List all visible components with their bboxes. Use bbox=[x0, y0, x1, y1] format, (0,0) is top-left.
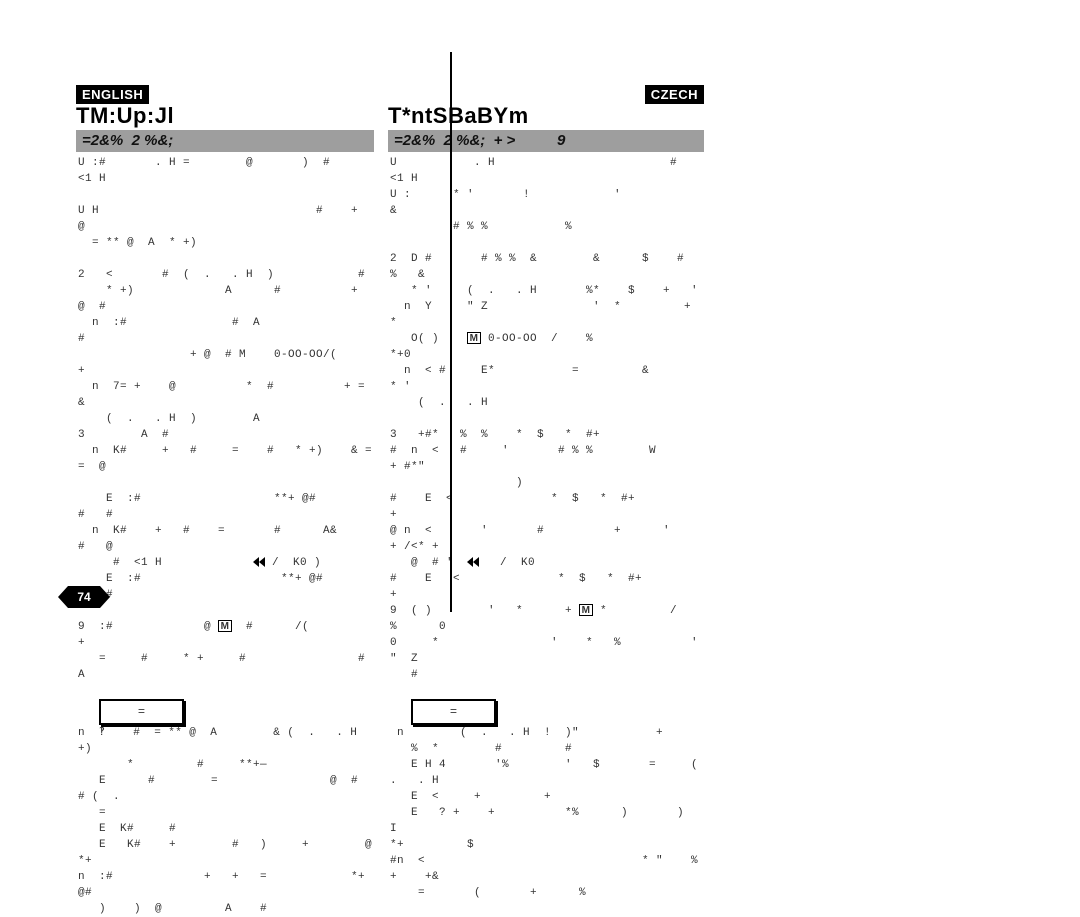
body-line: # bbox=[390, 667, 704, 683]
body-line: = bbox=[390, 699, 704, 725]
body-line: # % % % bbox=[390, 219, 704, 235]
rewind-icon bbox=[473, 557, 479, 567]
note-box: = bbox=[99, 699, 184, 725]
lang-tag-right: CZECH bbox=[645, 85, 704, 104]
body-line: n :# + + = *+ @# bbox=[78, 869, 378, 901]
body-line: n K# + # = # A& # @ bbox=[78, 523, 378, 555]
body-line: E K# + # ) + @ *+ bbox=[78, 837, 378, 869]
title-left: TM:Up:Jl bbox=[76, 103, 174, 129]
body-line: E ? + + *% ) ) I bbox=[390, 805, 704, 837]
column-separator bbox=[450, 52, 452, 612]
body-line: * ' ( . . H %* $ + ' bbox=[390, 283, 704, 299]
body-line: # E < * $ * #+ + bbox=[390, 491, 704, 523]
body-line: @ n < ' # + ' + /<* + bbox=[390, 523, 704, 555]
body-line: # n < # ' # % % W + #*" bbox=[390, 443, 704, 475]
body-line: U . H # <1 H bbox=[390, 155, 704, 187]
body-line: 3 A # bbox=[78, 427, 378, 443]
body-line: n 7= + @ * # + = & bbox=[78, 379, 378, 411]
body-line: n Y " Z ' * + * bbox=[390, 299, 704, 331]
body-line bbox=[78, 603, 378, 619]
body-line: E K# # bbox=[78, 821, 378, 837]
body-line: ( . . H bbox=[390, 395, 704, 411]
body-line: n < # E* = & * ' bbox=[390, 363, 704, 395]
body-line: * +) A # + @ # bbox=[78, 283, 378, 315]
m-box-icon: M bbox=[579, 604, 593, 616]
body-line: # E < * $ * #+ + bbox=[390, 571, 704, 603]
body-line: # <1 H / K0 ) bbox=[78, 555, 378, 571]
body-line bbox=[390, 235, 704, 251]
body-line: *+ $ bbox=[390, 837, 704, 853]
body-column-right: U . H # <1 HU : * ' ! ' & # % % % 2 D # … bbox=[390, 155, 704, 901]
body-line: E < + + bbox=[390, 789, 704, 805]
body-line: 9 ( ) ' * + M * / % 0 bbox=[390, 603, 704, 635]
body-line: E H 4 '% ' $ = ( . . H bbox=[390, 757, 704, 789]
body-line bbox=[78, 187, 378, 203]
body-line: n K# + # = # * +) & = = @ bbox=[78, 443, 378, 475]
body-line bbox=[78, 683, 378, 699]
body-line: 9 :# @ M # /( + bbox=[78, 619, 378, 651]
body-line: U : * ' ! ' & bbox=[390, 187, 704, 219]
body-line: E :# **+ @# # # bbox=[78, 571, 378, 603]
lang-tag-left: ENGLISH bbox=[76, 85, 149, 104]
body-line: % * # # bbox=[390, 741, 704, 757]
m-box-icon: M bbox=[467, 332, 481, 344]
body-line bbox=[78, 251, 378, 267]
body-line: n ( . . H ! )" + bbox=[390, 725, 704, 741]
document-page: ENGLISH CZECH TM:Up:Jl T*ntSBaBYm =2&% 2… bbox=[76, 52, 704, 612]
body-line: = ( + % bbox=[390, 885, 704, 901]
body-line: U :# . H = @ ) # <1 H bbox=[78, 155, 378, 187]
body-line: = ** @ A * +) bbox=[78, 235, 378, 251]
body-column-left: U :# . H = @ ) # <1 H U H # + @ = ** @ A… bbox=[78, 155, 378, 917]
body-line: = bbox=[78, 699, 378, 725]
body-line: E :# **+ @# # # bbox=[78, 491, 378, 523]
body-line: n ‽ # = ** @ A & ( . . H +) bbox=[78, 725, 378, 757]
body-line: + @ # M 0-OO-OO/( + bbox=[78, 347, 378, 379]
body-line: ) ) @ A # bbox=[78, 901, 378, 917]
title-right: T*ntSBaBYm bbox=[388, 103, 529, 129]
body-line bbox=[390, 411, 704, 427]
body-line: * # **+— bbox=[78, 757, 378, 773]
m-box-icon: M bbox=[218, 620, 232, 632]
body-line: = # * + # # A bbox=[78, 651, 378, 683]
body-line: #n < * " % + +& bbox=[390, 853, 704, 885]
body-line bbox=[390, 683, 704, 699]
body-line: 0 * ' * % ' " Z bbox=[390, 635, 704, 667]
body-line: 2 D # # % % & & $ # % & bbox=[390, 251, 704, 283]
body-line: 3 +#* % % * $ * #+ bbox=[390, 427, 704, 443]
body-line: = bbox=[78, 805, 378, 821]
body-line: ) bbox=[390, 475, 704, 491]
body-line: n :# # A # bbox=[78, 315, 378, 347]
body-line: U H # + @ bbox=[78, 203, 378, 235]
note-box: = bbox=[411, 699, 496, 725]
body-line: O( ) M 0-OO-OO / % *+0 bbox=[390, 331, 704, 363]
page-number-badge: 74 bbox=[68, 586, 100, 608]
section-bar-right: =2&% 2 %&; + > 9 bbox=[388, 130, 704, 152]
body-line: 2 < # ( . . H ) # bbox=[78, 267, 378, 283]
body-line: E # = @ # # ( . bbox=[78, 773, 378, 805]
body-line: ( . . H ) A bbox=[78, 411, 378, 427]
section-bar-left: =2&% 2 %&; bbox=[76, 130, 374, 152]
body-line bbox=[78, 475, 378, 491]
body-line: @ # ' / K0 bbox=[390, 555, 704, 571]
rewind-icon bbox=[259, 557, 265, 567]
